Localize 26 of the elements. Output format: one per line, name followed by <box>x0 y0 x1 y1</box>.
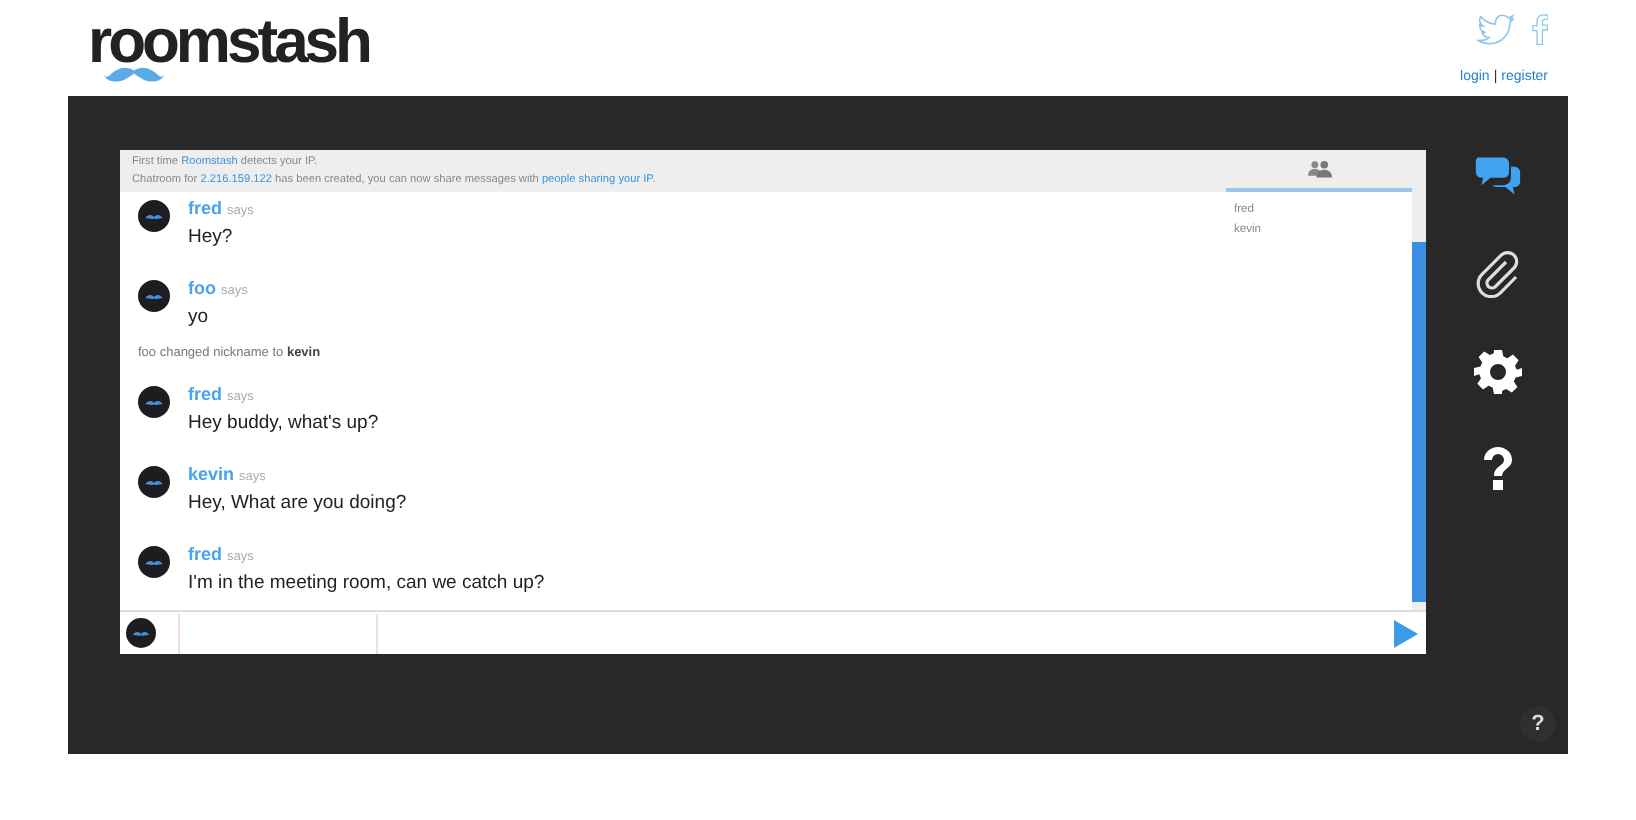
author-name: fred <box>188 198 223 218</box>
author-name: kevin <box>188 464 235 484</box>
help-button[interactable]: ? <box>1520 706 1556 742</box>
mustache-icon <box>104 66 164 84</box>
avatar-icon <box>138 386 170 418</box>
author-name: fred <box>188 544 223 564</box>
letter-f-icon[interactable] <box>1532 14 1548 46</box>
avatar-icon <box>138 546 170 578</box>
message-text: Hey? <box>188 224 235 252</box>
bird-icon[interactable] <box>1476 14 1516 46</box>
logo-wordmark: roomstash <box>88 14 369 68</box>
avatar-icon <box>138 466 170 498</box>
users-icon <box>1307 160 1331 178</box>
avatar-icon <box>138 280 170 312</box>
settings-icon[interactable] <box>1469 346 1525 398</box>
message-text: I'm in the meeting room, can we catch up? <box>188 570 545 598</box>
scrollbar[interactable] <box>1412 150 1426 610</box>
author-name: foo <box>188 278 216 298</box>
message-text: yo <box>188 304 211 332</box>
message-text: Hey buddy, what's up? <box>188 410 379 438</box>
author-name: fred <box>188 384 223 404</box>
message-text: Hey, What are you doing? <box>188 490 407 518</box>
message-input[interactable] <box>178 613 378 653</box>
send-icon[interactable] <box>1394 619 1418 647</box>
avatar-icon <box>126 618 156 648</box>
avatar-icon <box>138 200 170 232</box>
